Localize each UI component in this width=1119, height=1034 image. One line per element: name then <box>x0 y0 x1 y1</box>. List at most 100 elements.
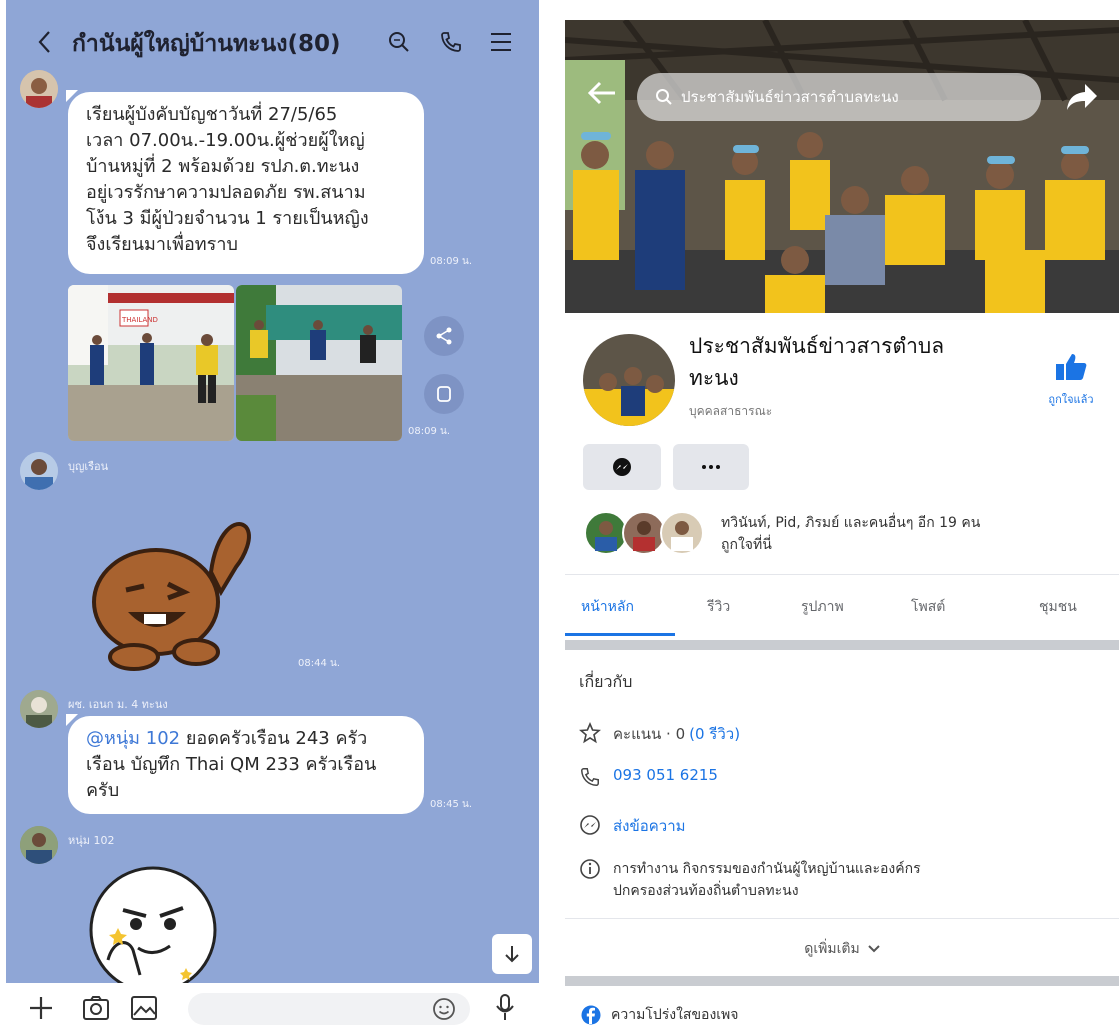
avatar[interactable] <box>20 70 58 108</box>
voice-button[interactable] <box>494 993 516 1027</box>
sender-name: ผช. เอนก ม. 4 ทะนง <box>68 698 168 711</box>
message-line: บ้านหมู่ที่ 2 พร้อมด้วย รปภ.ต.ทะนง <box>86 156 360 177</box>
tab-photos[interactable]: รูปภาพ <box>801 596 844 618</box>
sticker[interactable] <box>86 512 276 672</box>
call-button[interactable] <box>436 22 466 62</box>
tab-community[interactable]: ชุมชน <box>1039 596 1077 618</box>
message-time: 08:44 น. <box>298 658 341 669</box>
more-icon <box>702 465 720 469</box>
phone-icon <box>441 32 461 52</box>
message-bubble[interactable]: @หนุ่ม 102 ยอดครัวเรือน 243 ครัว เรือน บ… <box>68 716 424 814</box>
message-line: ครับ <box>86 780 120 801</box>
add-button[interactable] <box>28 995 54 1025</box>
page-category: บุคคลสาธารณะ <box>689 404 773 418</box>
sticker[interactable] <box>78 850 218 994</box>
section-separator <box>565 976 1119 986</box>
message-line: โง้น 3 มีผู้ป่วยจำนวน 1 รายเป็นหญิง <box>86 208 369 229</box>
chevron-down-icon <box>868 945 880 953</box>
section-separator <box>565 640 1119 650</box>
message-time: 08:09 น. <box>408 426 451 437</box>
chat-header: กำนันผู้ใหญ่บ้านทะนง(80) <box>6 0 539 82</box>
tab-posts[interactable]: โพสต์ <box>911 596 945 618</box>
transparency-label: ความโปร่งใสของเพจ <box>611 1007 739 1023</box>
description-line: ปกครองส่วนท้องถิ่นตำบลทะนง <box>613 883 799 899</box>
bookmark-icon <box>437 386 451 402</box>
messenger-button[interactable] <box>583 444 661 490</box>
send-message-link[interactable]: ส่งข้อความ <box>613 814 686 838</box>
menu-icon <box>491 33 511 51</box>
mention-link[interactable]: @หนุ่ม 102 <box>86 728 180 749</box>
emoji-button[interactable] <box>432 997 456 1025</box>
avatar[interactable] <box>20 826 58 864</box>
page-profile-photo[interactable] <box>583 334 675 426</box>
message-input-bar <box>6 983 539 1034</box>
more-button[interactable] <box>673 444 749 490</box>
avatar[interactable] <box>20 452 58 490</box>
search-icon <box>389 32 409 52</box>
message-row[interactable]: ส่งข้อความ <box>579 814 686 838</box>
search-button[interactable] <box>384 22 414 62</box>
see-more-button[interactable]: ดูเพิ่มเติม <box>565 930 1119 968</box>
chevron-left-icon <box>38 31 50 53</box>
microphone-icon <box>496 994 514 1020</box>
sender-name: หนุ่ม 102 <box>68 834 115 847</box>
menu-button[interactable] <box>486 22 516 62</box>
share-button[interactable] <box>424 316 464 356</box>
line-chat-app: กำนันผู้ใหญ่บ้านทะนง(80) เรียนผู้บังคับบ… <box>6 0 539 1034</box>
page-name: ประชาสัมพันธ์ข่าวสารตำบล ทะนง <box>689 334 945 390</box>
facebook-page-app: ประชาสัมพันธ์ข่าวสารตำบลทะนง ประชาสัมพัน… <box>565 0 1119 1034</box>
message-input[interactable] <box>188 993 470 1025</box>
divider <box>565 918 1119 919</box>
back-button[interactable] <box>32 22 56 62</box>
photo-thumbnail[interactable] <box>236 285 402 441</box>
chat-title: กำนันผู้ใหญ่บ้านทะนง(80) <box>72 31 341 57</box>
cover-photo[interactable]: ประชาสัมพันธ์ข่าวสารตำบลทะนง <box>565 20 1119 313</box>
liked-button[interactable]: ถูกใจแล้ว <box>1041 352 1101 408</box>
camera-icon <box>83 996 109 1020</box>
message-time: 08:45 น. <box>430 799 473 810</box>
arrow-down-icon <box>505 946 519 963</box>
phone-number[interactable]: 093 051 6215 <box>613 766 718 784</box>
facebook-icon <box>581 1005 601 1025</box>
keep-button[interactable] <box>424 374 464 414</box>
message-line: อยู่เวรรักษาความปลอดภัย รพ.สนาม <box>86 182 366 203</box>
photo-thumbnail[interactable]: THAILAND <box>68 285 234 441</box>
messenger-icon <box>613 458 631 476</box>
likes-summary: ทวินันท์, Pid, ภิรมย์ และคนอื่นๆ อีก 19 … <box>721 515 981 553</box>
message-line: เรียนผู้บังคับบัญชาวันที่ 27/5/65 <box>86 104 338 125</box>
scroll-down-button[interactable] <box>492 934 532 974</box>
page-search-field[interactable]: ประชาสัมพันธ์ข่าวสารตำบลทะนง <box>637 73 1041 121</box>
bubble-tail <box>66 714 78 726</box>
star-icon <box>579 722 601 744</box>
messenger-icon <box>580 815 600 835</box>
share-button[interactable] <box>1065 82 1099 116</box>
transparency-row[interactable]: ความโปร่งใสของเพจ <box>581 1004 739 1026</box>
emoji-icon <box>433 998 455 1020</box>
gallery-button[interactable] <box>130 995 158 1025</box>
avatar[interactable] <box>20 690 58 728</box>
description-line: การทำงาน กิจกรรมของกำนันผู้ใหญ่บ้านและอง… <box>613 861 921 877</box>
liked-label: ถูกใจแล้ว <box>1048 393 1094 406</box>
image-icon <box>131 996 157 1020</box>
info-icon <box>580 859 600 879</box>
active-tab-indicator <box>565 633 675 636</box>
see-more-label: ดูเพิ่มเติม <box>804 941 860 957</box>
about-heading: เกี่ยวกับ <box>579 672 633 691</box>
friend-avatars <box>583 510 705 556</box>
plus-icon <box>30 997 52 1019</box>
phone-row[interactable]: 093 051 6215 <box>579 766 718 788</box>
message-bubble[interactable]: เรียนผู้บังคับบัญชาวันที่ 27/5/65 เวลา 0… <box>68 92 424 274</box>
message-line: ยอดครัวเรือน 243 ครัว <box>185 728 368 749</box>
message-time: 08:09 น. <box>430 256 473 267</box>
divider <box>565 574 1119 575</box>
thumbs-up-icon <box>1056 354 1087 380</box>
sender-name: บุญเรือน <box>68 460 109 473</box>
description-row: การทำงาน กิจกรรมของกำนันผู้ใหญ่บ้านและอง… <box>579 858 921 902</box>
back-button[interactable] <box>587 80 617 110</box>
camera-button[interactable] <box>82 995 110 1025</box>
tab-home[interactable]: หน้าหลัก <box>581 596 634 618</box>
share-icon <box>436 327 452 345</box>
search-icon <box>656 89 672 105</box>
tab-reviews[interactable]: รีวิว <box>707 596 730 618</box>
rating-link[interactable]: (0 รีวิว) <box>689 722 740 746</box>
